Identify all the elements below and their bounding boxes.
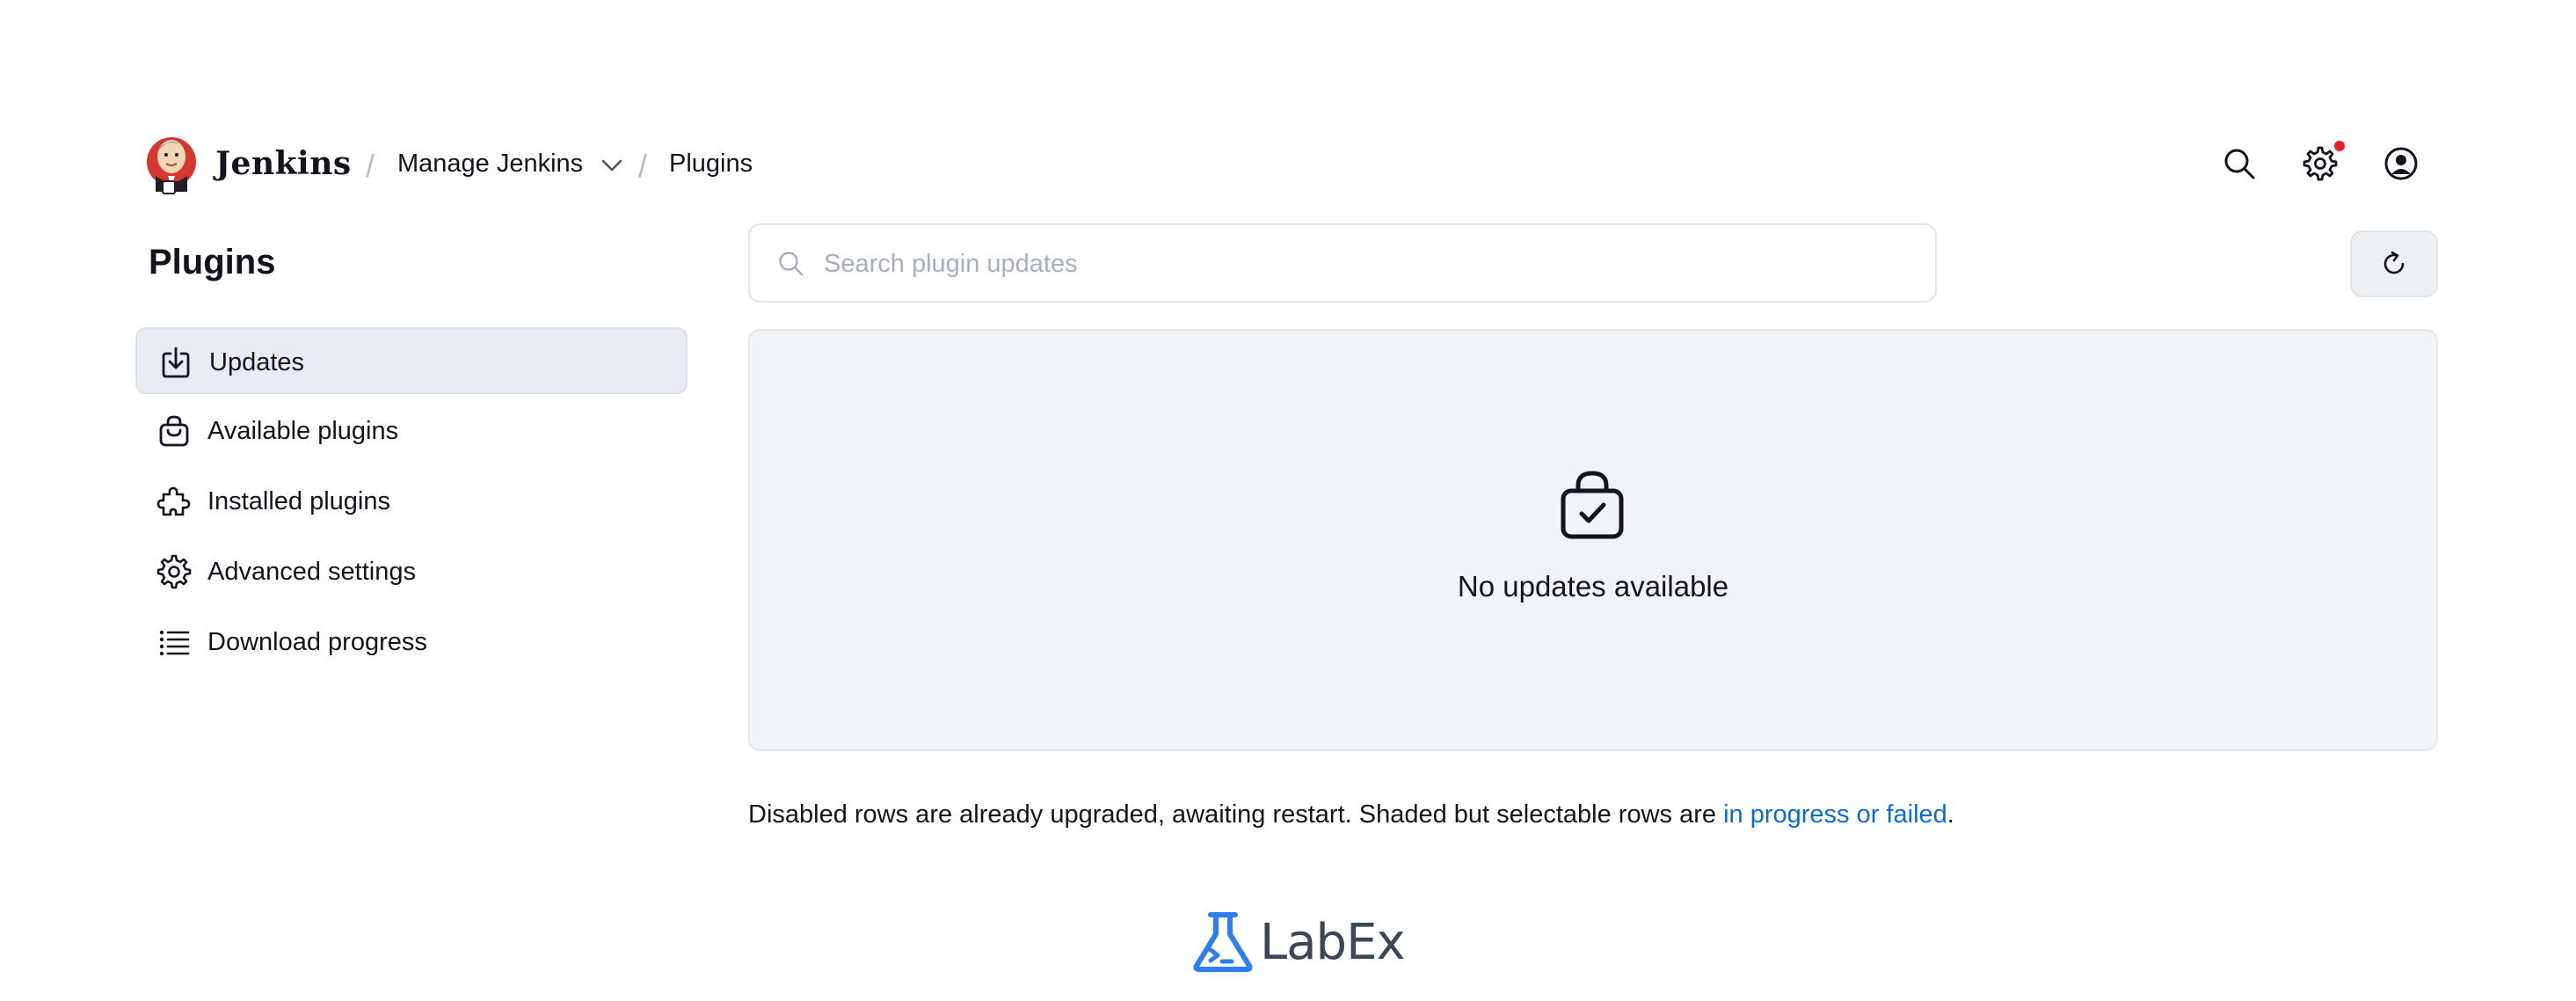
notification-dot	[2334, 141, 2345, 151]
sidebar-item-label: Installed plugins	[207, 487, 390, 515]
search-input[interactable]	[824, 241, 1914, 287]
search-icon[interactable]	[2222, 146, 2257, 181]
sidebar-item-label: Advanced settings	[207, 558, 416, 586]
bag-check-icon	[1561, 471, 1624, 539]
gear-icon[interactable]	[2303, 146, 2338, 181]
plugin-search-box[interactable]	[748, 223, 1937, 303]
sidebar-title: Plugins	[149, 243, 276, 281]
labex-logo: LabEx	[1191, 911, 1406, 973]
sidebar-item-installed-plugins[interactable]: Installed plugins	[135, 468, 688, 535]
refresh-button[interactable]	[2350, 230, 2438, 297]
gear-icon	[156, 554, 192, 589]
flask-icon	[1193, 912, 1253, 972]
sidebar-item-available-plugins[interactable]: Available plugins	[135, 398, 688, 464]
download-icon	[162, 347, 190, 378]
user-icon[interactable]	[2383, 146, 2419, 181]
sidebar-item-download-progress[interactable]: Download progress	[135, 609, 688, 676]
search-icon	[779, 252, 804, 276]
labex-brand-name: LabEx	[1260, 913, 1406, 971]
sidebar-nav: Updates Available plugins Installed plug…	[135, 327, 688, 679]
sidebar-item-updates[interactable]: Updates	[135, 327, 688, 394]
empty-state-panel: No updates available	[748, 329, 2438, 751]
footnote-text: Disabled rows are already upgraded, awai…	[748, 800, 1724, 829]
chevron-down-icon[interactable]	[600, 157, 624, 174]
sidebar-item-label: Updates	[209, 348, 305, 376]
breadcrumb-separator: /	[638, 148, 648, 184]
jenkins-home-link[interactable]: Jenkins	[145, 130, 352, 197]
update-footnote: Disabled rows are already upgraded, awai…	[748, 800, 1954, 829]
sidebar-item-advanced-settings[interactable]: Advanced settings	[135, 538, 688, 605]
in-progress-or-failed-link[interactable]: in progress or failed	[1723, 800, 1947, 829]
jenkins-logo-icon	[147, 137, 196, 194]
breadcrumb-separator: /	[366, 148, 375, 184]
breadcrumb-plugins[interactable]: Plugins	[669, 150, 753, 179]
list-icon	[159, 630, 190, 656]
brand-name: Jenkins	[215, 145, 352, 182]
puzzle-icon	[156, 486, 191, 516]
sidebar-item-label: Available plugins	[207, 417, 399, 445]
shopping-bag-icon	[159, 415, 189, 447]
empty-state-text: No updates available	[1457, 570, 1729, 603]
breadcrumb-manage-jenkins[interactable]: Manage Jenkins	[397, 150, 583, 179]
sidebar-item-label: Download progress	[207, 628, 427, 656]
refresh-icon	[2383, 251, 2405, 274]
footnote-end: .	[1947, 800, 1954, 829]
